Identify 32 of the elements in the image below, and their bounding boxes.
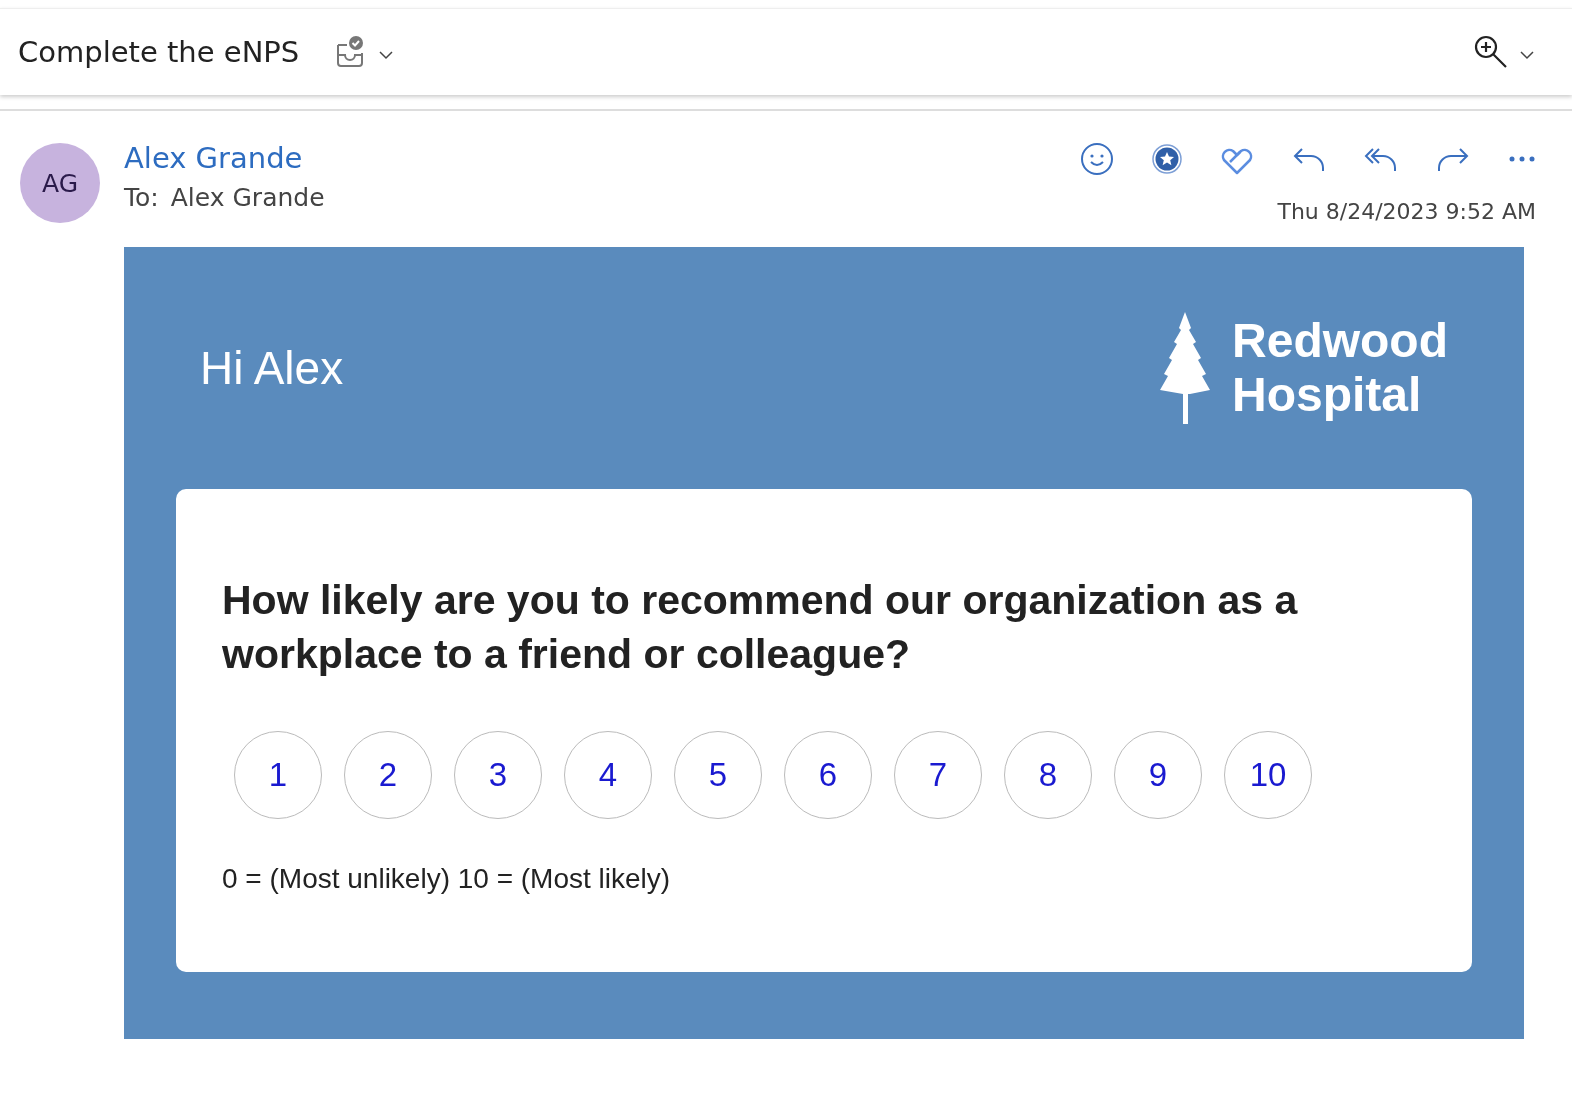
scale-note: 0 = (Most unlikely) 10 = (Most likely)	[222, 863, 671, 895]
subject-title: Complete the eNPS	[18, 35, 300, 69]
score-option[interactable]: 1	[234, 731, 322, 819]
tree-icon	[1158, 312, 1212, 424]
to-label: To:	[124, 183, 159, 212]
inbox-check-icon[interactable]	[335, 35, 366, 69]
logo-text: Redwood	[1232, 314, 1448, 368]
score-option[interactable]: 8	[1004, 731, 1092, 819]
zoom-in-icon[interactable]	[1474, 35, 1508, 69]
forward-icon[interactable]	[1436, 145, 1470, 173]
score-option[interactable]: 2	[344, 731, 432, 819]
score-option[interactable]: 5	[674, 731, 762, 819]
more-icon[interactable]	[1508, 155, 1536, 163]
sender-name[interactable]: Alex Grande	[124, 141, 325, 175]
reply-all-icon[interactable]	[1364, 145, 1398, 173]
chevron-down-icon[interactable]	[1520, 50, 1534, 60]
score-option[interactable]: 3	[454, 731, 542, 819]
smiley-icon[interactable]	[1080, 142, 1114, 176]
reply-icon[interactable]	[1292, 145, 1326, 173]
sender-avatar: AG	[20, 143, 100, 223]
score-option[interactable]: 9	[1114, 731, 1202, 819]
sent-date: Thu 8/24/2023 9:52 AM	[1277, 199, 1536, 224]
chevron-down-icon[interactable]	[379, 50, 394, 60]
logo-text: Hospital	[1232, 368, 1423, 422]
score-option[interactable]: 10	[1224, 731, 1312, 819]
star-badge-icon[interactable]	[1152, 144, 1182, 174]
score-option[interactable]: 6	[784, 731, 872, 819]
greeting-text: Hi Alex	[200, 341, 344, 395]
survey-question: How likely are you to recommend our organization as a workplace to a friend or colleague?	[222, 576, 1299, 679]
score-option[interactable]: 4	[564, 731, 652, 819]
recipient-name: Alex Grande	[170, 183, 325, 212]
score-option[interactable]: 7	[894, 731, 982, 819]
